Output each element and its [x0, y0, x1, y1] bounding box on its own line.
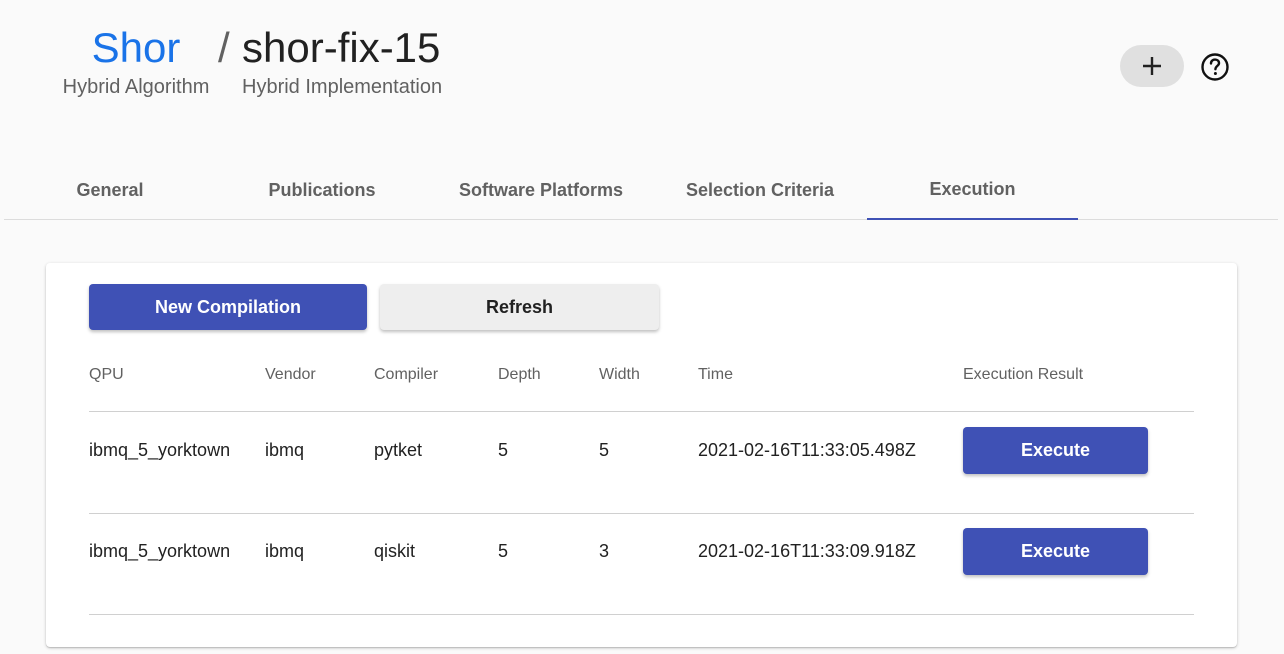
new-compilation-button[interactable]: New Compilation — [89, 284, 367, 330]
cell-width: 3 — [599, 541, 610, 561]
algorithm-link[interactable]: Shor — [56, 24, 216, 72]
header-divider — [89, 411, 1194, 412]
column-header-time: Time — [698, 366, 733, 383]
plus-icon — [1143, 57, 1161, 75]
column-header-vendor: Vendor — [265, 366, 316, 383]
cell-time: 2021-02-16T11:33:09.918Z — [698, 541, 916, 561]
refresh-button[interactable]: Refresh — [380, 284, 659, 330]
add-button[interactable] — [1120, 45, 1184, 87]
cell-depth: 5 — [498, 440, 509, 460]
cell-qpu: ibmq_5_yorktown — [89, 440, 231, 460]
cell-time: 2021-02-16T11:33:05.498Z — [698, 440, 916, 460]
breadcrumb-algorithm[interactable]: Shor Hybrid Algorithm — [56, 24, 216, 99]
tab-bar: General Publications Software Platforms … — [4, 160, 1278, 220]
implementation-type: Hybrid Implementation — [242, 76, 443, 98]
column-header-depth: Depth — [498, 366, 541, 383]
help-circle-icon — [1201, 53, 1229, 81]
cell-width: 5 — [599, 440, 610, 460]
column-header-execution-result: Execution Result — [963, 366, 1084, 383]
implementation-title: shor-fix-15 — [242, 24, 441, 71]
breadcrumb-implementation: shor-fix-15 Hybrid Implementation — [242, 24, 442, 99]
tab-general[interactable]: General — [4, 160, 216, 220]
column-header-compiler: Compiler — [374, 366, 439, 383]
row-divider — [89, 513, 1194, 514]
cell-vendor: ibmq — [265, 440, 305, 460]
row-divider — [89, 614, 1194, 615]
cell-compiler: pytket — [374, 440, 423, 460]
execute-button[interactable]: Execute — [963, 528, 1148, 575]
column-header-qpu: QPU — [89, 366, 124, 383]
breadcrumb-separator: / — [218, 24, 230, 71]
page-header: Shor Hybrid Algorithm / shor-fix-15 Hybr… — [0, 0, 1284, 130]
algorithm-type: Hybrid Algorithm — [62, 76, 210, 98]
help-button[interactable] — [1198, 50, 1232, 84]
column-header-width: Width — [599, 366, 640, 383]
tab-execution[interactable]: Execution — [867, 160, 1078, 220]
cell-qpu: ibmq_5_yorktown — [89, 541, 231, 561]
tab-software-platforms[interactable]: Software Platforms — [429, 160, 653, 220]
cell-vendor: ibmq — [265, 541, 305, 561]
execute-button[interactable]: Execute — [963, 427, 1148, 474]
tab-selection-criteria[interactable]: Selection Criteria — [653, 160, 867, 220]
cell-compiler: qiskit — [374, 541, 416, 561]
cell-depth: 5 — [498, 541, 509, 561]
execution-card: New Compilation Refresh QPU Vendor Compi… — [46, 263, 1237, 647]
tab-publications[interactable]: Publications — [216, 160, 428, 220]
